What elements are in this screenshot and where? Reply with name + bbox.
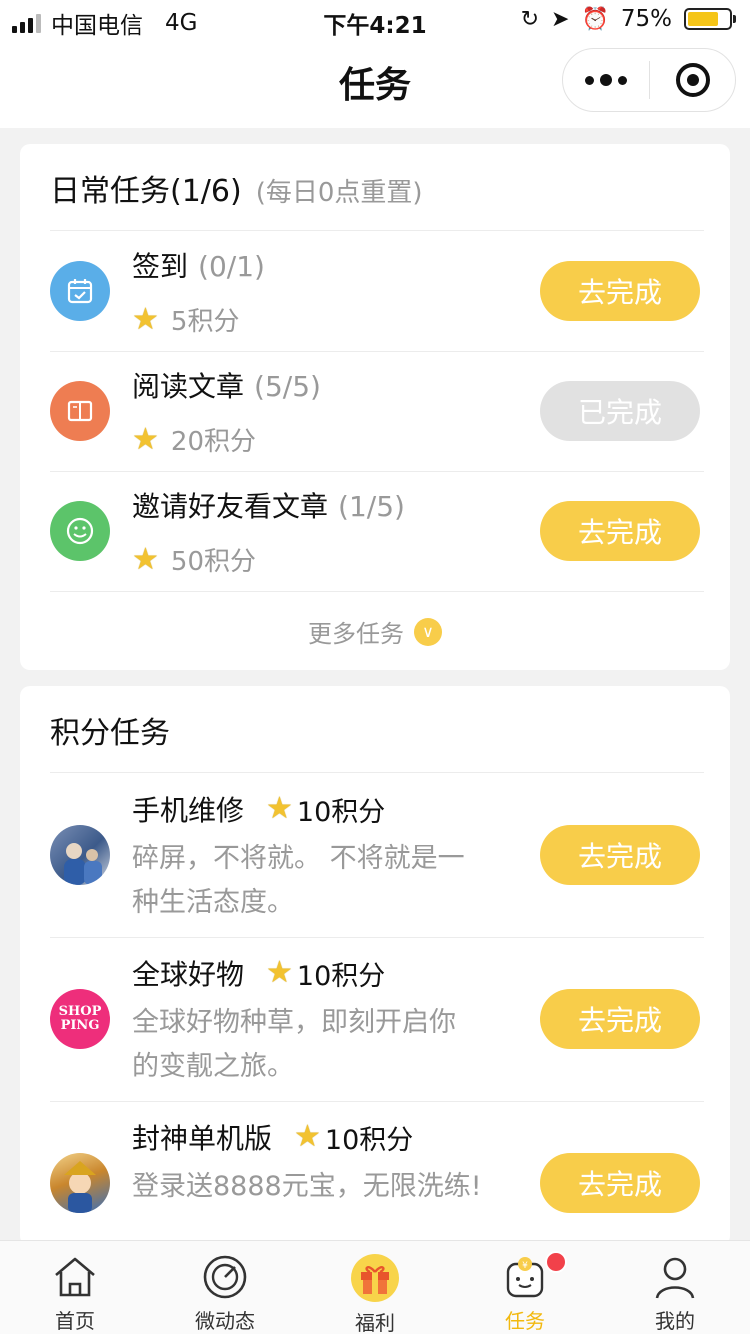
go-complete-button[interactable]: 去完成: [540, 261, 700, 321]
shopping-logo-line2: PING: [60, 1018, 100, 1033]
notification-badge: [545, 1251, 567, 1273]
completed-button: 已完成: [540, 381, 700, 441]
more-tasks-link[interactable]: 更多任务 ∨: [20, 614, 730, 649]
task-icon: ¥: [500, 1253, 550, 1301]
list-item: 签到 (0/1) ★ 5积分 去完成: [20, 231, 730, 351]
tab-label: 首页: [55, 1309, 95, 1333]
more-button[interactable]: [563, 49, 649, 111]
task-description: 登录送8888元宝，无限洗练!: [132, 1171, 482, 1202]
task-name: 阅读文章: [132, 370, 245, 403]
phone-repair-avatar: [50, 825, 110, 885]
task-points: 10积分: [296, 796, 386, 828]
tab-moments[interactable]: 微动态: [150, 1241, 300, 1334]
tab-bar: 首页 微动态 福利 ¥ 任务 我的: [0, 1240, 750, 1334]
star-icon: ★: [132, 421, 159, 457]
tab-label: 微动态: [195, 1309, 255, 1333]
smile-icon: [50, 501, 110, 561]
task-points: 20积分: [170, 427, 256, 457]
close-target-icon: [675, 63, 710, 97]
rotation-lock-icon: ↻: [520, 6, 540, 32]
nav-bar: 任务: [0, 40, 750, 128]
tab-me[interactable]: 我的: [600, 1241, 750, 1334]
gift-icon: [350, 1253, 400, 1303]
star-icon: ★: [294, 1119, 321, 1154]
go-complete-button[interactable]: 去完成: [540, 501, 700, 561]
tab-home[interactable]: 首页: [0, 1241, 150, 1334]
calendar-icon: [50, 261, 110, 321]
alarm-icon: ⏰: [581, 6, 609, 32]
mini-program-capsule: [562, 48, 736, 112]
list-item: 阅读文章 (5/5) ★ 20积分 已完成: [20, 351, 730, 471]
points-tasks-card: 积分任务 手机维修 ★ 10积分 碎屏，不将就。 不将就是一种生活态度。 去完成 S…: [20, 686, 730, 1246]
list-item: 封神单机版 ★ 10积分 登录送8888元宝，无限洗练! 去完成: [20, 1101, 730, 1246]
task-name: 邀请好友看文章: [132, 490, 329, 523]
battery-percent: 75%: [620, 6, 672, 32]
go-complete-button[interactable]: 去完成: [540, 989, 700, 1049]
tab-label: 任务: [505, 1309, 545, 1333]
shopping-logo: SHOP PING: [50, 989, 110, 1049]
daily-tasks-card: 日常任务(1/6) (每日0点重置) 签到 (0/1) ★ 5积分 去完成 阅读文章 (…: [20, 144, 730, 670]
daily-tasks-header: 日常任务(1/6) (每日0点重置): [50, 166, 423, 210]
chevron-down-icon: ∨: [414, 617, 442, 646]
close-button[interactable]: [650, 49, 735, 111]
task-name: 手机维修: [132, 794, 245, 827]
points-tasks-title: 积分任务: [50, 716, 170, 751]
star-icon: ★: [132, 301, 159, 337]
more-tasks-label: 更多任务: [308, 620, 404, 648]
star-icon: ★: [266, 791, 293, 826]
star-icon: ★: [266, 955, 293, 990]
status-bar: 中国电信 4G 下午4:21 ↻ ➤ ⏰ 75%: [0, 0, 750, 40]
task-name: 全球好物: [132, 958, 245, 991]
radar-icon: [200, 1253, 250, 1301]
task-points: 5积分: [170, 307, 240, 337]
list-item: 手机维修 ★ 10积分 碎屏，不将就。 不将就是一种生活态度。 去完成: [20, 773, 730, 937]
list-item: SHOP PING 全球好物 ★ 10积分 全球好物种草，即刻开启你的变靓之旅。 去…: [20, 937, 730, 1101]
battery-icon: [684, 8, 736, 30]
home-icon: [50, 1253, 100, 1301]
svg-text:¥: ¥: [522, 1261, 528, 1271]
book-icon: [50, 381, 110, 441]
task-name: 封神单机版: [132, 1122, 273, 1155]
go-complete-button[interactable]: 去完成: [540, 1153, 700, 1213]
list-item: 邀请好友看文章 (1/5) ★ 50积分 去完成: [20, 471, 730, 591]
daily-tasks-subtitle: (每日0点重置): [255, 178, 423, 208]
tab-welfare[interactable]: 福利: [300, 1241, 450, 1334]
daily-tasks-title: 日常任务(1/6): [50, 174, 242, 209]
tab-tasks[interactable]: ¥ 任务: [450, 1241, 600, 1334]
tab-label: 我的: [655, 1309, 695, 1333]
shopping-logo-line1: SHOP: [58, 1004, 102, 1019]
game-avatar: [50, 1153, 110, 1213]
task-progress: (5/5): [254, 370, 321, 403]
task-name: 签到: [132, 250, 189, 283]
task-points: 50积分: [170, 547, 256, 577]
tab-label: 福利: [355, 1311, 395, 1334]
task-progress: (1/5): [338, 490, 405, 523]
task-points: 10积分: [324, 1124, 414, 1156]
go-complete-button[interactable]: 去完成: [540, 825, 700, 885]
star-icon: ★: [132, 541, 159, 577]
task-points: 10积分: [296, 960, 386, 992]
task-description: 碎屏，不将就。 不将就是一种生活态度。: [132, 843, 465, 918]
user-icon: [650, 1253, 700, 1301]
task-progress: (0/1): [198, 250, 265, 283]
task-description: 全球好物种草，即刻开启你的变靓之旅。: [132, 1007, 456, 1082]
location-icon: ➤: [551, 6, 570, 32]
